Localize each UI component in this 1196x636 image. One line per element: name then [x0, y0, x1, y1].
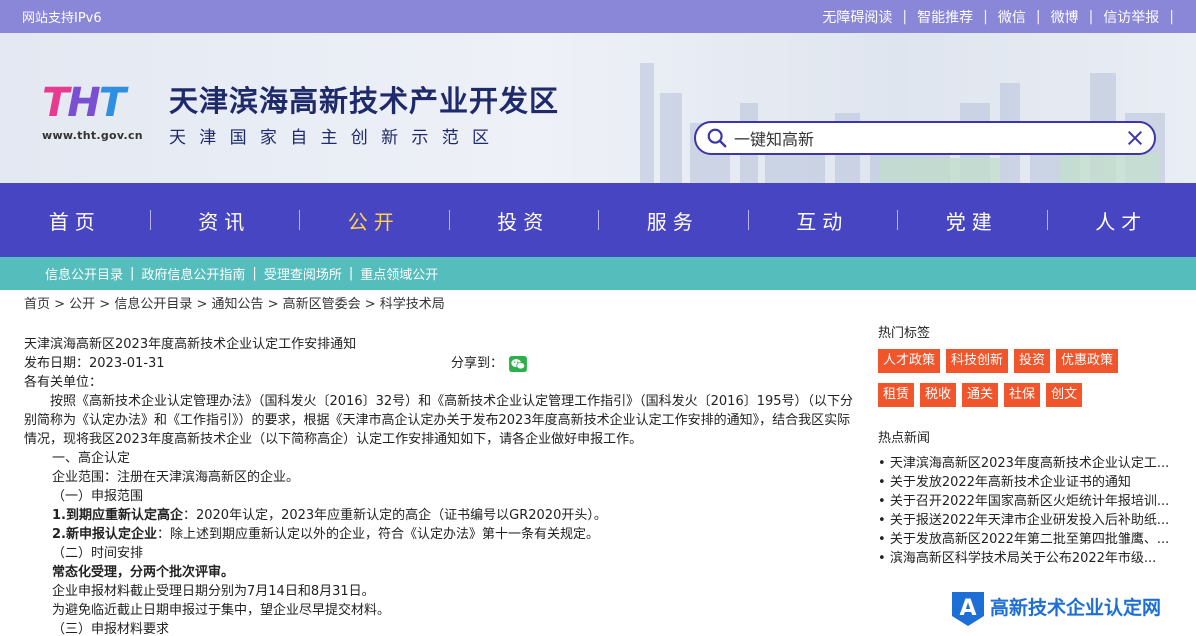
tag-investment[interactable]: 投资 [1014, 349, 1051, 373]
article: 天津滨海高新区2023年度高新技术企业认定工作安排通知 发布日期： 2023-01… [24, 335, 860, 636]
item-1: 1.到期应重新认定高企：2020年认定，2023年应重新认定的高企（证书编号以G… [52, 508, 607, 523]
list-item[interactable]: 天津滨海高新区2023年度高新技术企业认定工... [878, 454, 1170, 473]
news-list: 天津滨海高新区2023年度高新技术企业认定工... 关于发放2022年高新技术企… [878, 454, 1178, 568]
nav-item-home[interactable]: 首页 [0, 206, 150, 235]
breadcrumb[interactable]: 首页 > 公开 > 信息公开目录 > 通知公告 > 高新区管委会 > 科学技术局 [24, 293, 445, 312]
city-skyline-image [640, 63, 1165, 183]
nav-item-service[interactable]: 服务 [598, 206, 748, 235]
tags-title: 热门标签 [878, 326, 931, 341]
section-heading: 一、高企认定 [52, 451, 131, 466]
sidebar: 热门标签 人才政策 科技创新 投资 优惠政策 租赁 税收 通关 社保 创文 热点… [878, 322, 1178, 568]
subsection-heading: （二）时间安排 [52, 546, 144, 561]
logo-mark: THT www.tht.gov.cn [42, 81, 157, 142]
top-links: 无障碍阅读 | 智能推荐 | 微信 | 微博 | 信访举报 | [812, 7, 1174, 27]
tag-civilization[interactable]: 创文 [1046, 383, 1083, 407]
advice-text: 为避免临近截止日期申报过于集中，望企业尽早提交材料。 [52, 603, 391, 618]
article-title: 天津滨海高新区2023年度高新技术企业认定工作安排通知 [24, 337, 357, 352]
tag-preferential-policy[interactable]: 优惠政策 [1056, 349, 1119, 373]
greeting: 各有关单位： [24, 375, 103, 390]
main-nav: 首页 资讯 公开 投资 服务 互动 党建 人才 [0, 183, 1196, 257]
svg-text:A: A [959, 596, 976, 621]
schedule-text: 常态化受理，分两个批次评审。 [52, 565, 235, 580]
close-icon[interactable] [1126, 129, 1144, 147]
watermark-logo-icon: A [952, 592, 984, 626]
nav-item-investment[interactable]: 投资 [449, 206, 599, 235]
tag-customs[interactable]: 通关 [962, 383, 999, 407]
sub-nav: 信息公开目录 | 政府信息公开指南 | 受理查阅场所 | 重点领域公开 [0, 257, 1196, 290]
logo-url: www.tht.gov.cn [42, 129, 143, 142]
top-link-wechat[interactable]: 微信 [988, 7, 1036, 27]
article-meta: 发布日期： 2023-01-31 分享到： [24, 354, 860, 373]
top-bar: 网站支持IPv6 无障碍阅读 | 智能推荐 | 微信 | 微博 | 信访举报 | [0, 0, 1196, 33]
news-title: 热点新闻 [878, 431, 931, 446]
subnav-item-catalog[interactable]: 信息公开目录 [45, 264, 123, 283]
watermark-text: 高新技术企业认定网 [990, 597, 1162, 619]
list-item[interactable]: 关于发放2022年高新技术企业证书的通知 [878, 473, 1170, 492]
top-link-weibo[interactable]: 微博 [1041, 7, 1089, 27]
logo-text: 天津滨海高新技术产业开发区 天津国家自主创新示范区 [169, 81, 559, 148]
nav-item-interaction[interactable]: 互动 [748, 206, 898, 235]
list-item[interactable]: 滨海高新区科学技术局关于公布2022年市级... [878, 549, 1170, 568]
scope-text: 企业范围：注册在天津滨海高新区的企业。 [52, 470, 300, 485]
watermark: A 高新技术企业认定网 [948, 588, 1161, 628]
header-banner: THT www.tht.gov.cn 天津滨海高新技术产业开发区 天津国家自主创… [0, 33, 1196, 183]
list-item[interactable]: 关于召开2022年国家高新区火炬统计年报培训... [878, 492, 1170, 511]
subnav-item-guide[interactable]: 政府信息公开指南 [141, 264, 245, 283]
tag-tax[interactable]: 税收 [920, 383, 957, 407]
wechat-icon[interactable] [509, 355, 527, 372]
site-subtitle: 天津国家自主创新示范区 [169, 128, 503, 148]
search-icon[interactable] [706, 127, 728, 149]
logo-letters: THT [42, 80, 126, 126]
nav-item-party[interactable]: 党建 [897, 206, 1047, 235]
search-input[interactable] [734, 128, 1126, 148]
nav-item-disclosure[interactable]: 公开 [299, 206, 449, 235]
tag-innovation[interactable]: 科技创新 [946, 349, 1009, 373]
nav-item-news[interactable]: 资讯 [150, 206, 300, 235]
list-item[interactable]: 关于报送2022年天津市企业研发投入后补助纸... [878, 511, 1170, 530]
subnav-item-location[interactable]: 受理查阅场所 [264, 264, 342, 283]
top-link-recommend[interactable]: 智能推荐 [907, 7, 983, 27]
item-2: 2.新申报认定企业：除上述到期应重新认定以外的企业，符合《认定办法》第十一条有关… [52, 527, 599, 542]
share-area: 分享到： [451, 354, 527, 373]
ipv6-notice: 网站支持IPv6 [22, 11, 102, 26]
site-title: 天津滨海高新技术产业开发区 [169, 84, 560, 118]
hot-news: 热点新闻 天津滨海高新区2023年度高新技术企业认定工... 关于发放2022年… [878, 427, 1178, 568]
tag-social-security[interactable]: 社保 [1004, 383, 1041, 407]
subsection-heading: （一）申报范围 [52, 489, 144, 504]
tag-talent-policy[interactable]: 人才政策 [878, 349, 941, 373]
article-intro: 按照《高新技术企业认定管理办法》（国科发火〔2016〕32号）和《高新技术企业认… [24, 394, 854, 447]
top-link-accessibility[interactable]: 无障碍阅读 [812, 7, 902, 27]
tag-list: 人才政策 科技创新 投资 优惠政策 租赁 税收 通关 社保 创文 [878, 349, 1148, 417]
top-link-report[interactable]: 信访举报 [1093, 7, 1169, 27]
nav-item-talent[interactable]: 人才 [1047, 206, 1196, 235]
subnav-item-key-areas[interactable]: 重点领域公开 [360, 264, 438, 283]
tag-leasing[interactable]: 租赁 [878, 383, 915, 407]
search-box [694, 121, 1156, 155]
list-item[interactable]: 关于发放高新区2022年第二批至第四批雏鹰、... [878, 530, 1170, 549]
share-label: 分享到： [451, 356, 504, 371]
site-logo[interactable]: THT www.tht.gov.cn 天津滨海高新技术产业开发区 天津国家自主创… [42, 81, 559, 148]
publish-date: 2023-01-31 [89, 356, 165, 371]
subsection-heading: （三）申报材料要求 [52, 622, 170, 636]
date-label: 发布日期： [24, 356, 90, 371]
deadline-text: 企业申报材料截止受理日期分别为7月14日和8月31日。 [52, 584, 375, 599]
